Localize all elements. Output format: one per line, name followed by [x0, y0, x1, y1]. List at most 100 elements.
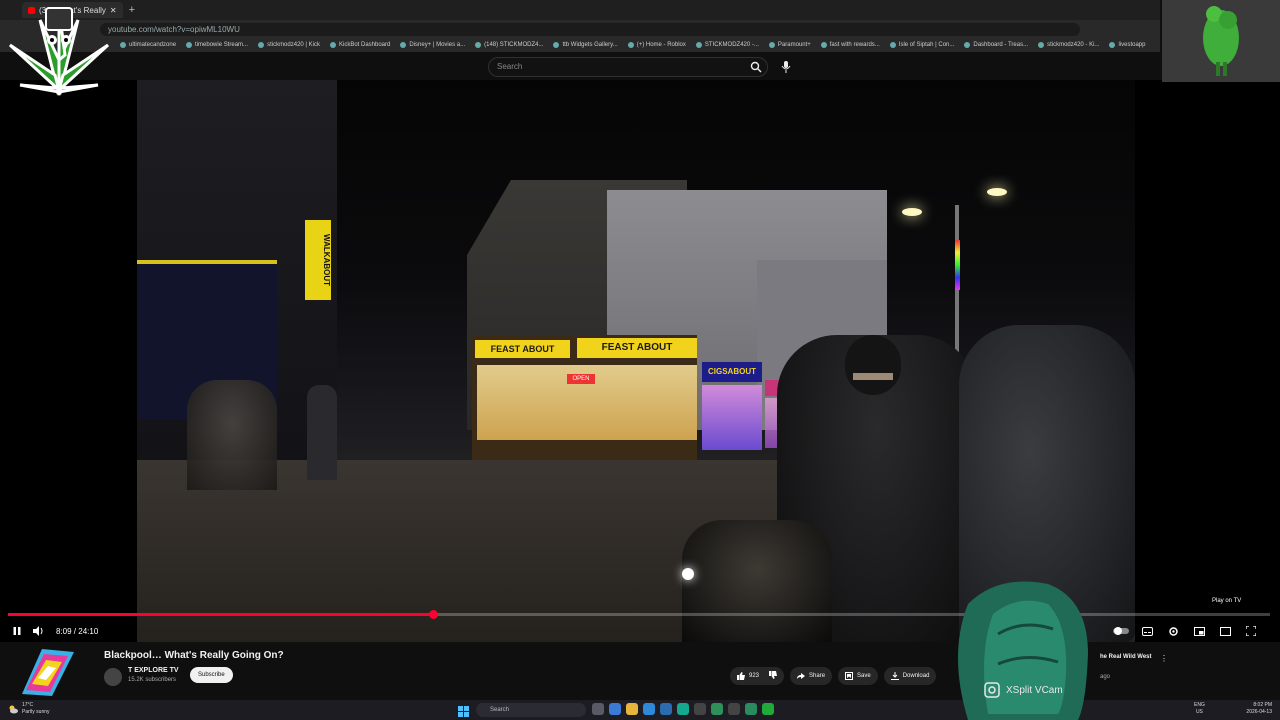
like-count: 923	[749, 673, 760, 679]
settings-button[interactable]	[1162, 620, 1184, 642]
channel-name[interactable]: T EXPLORE TV	[128, 667, 179, 674]
voice-search-button[interactable]	[776, 57, 796, 77]
bookmark-label: (148) STICKMODZ4...	[484, 42, 544, 48]
bookmark-item[interactable]: Dashboard - Treas...	[964, 42, 1028, 48]
language-indicator[interactable]: ENG US	[1194, 702, 1205, 716]
fullscreen-button[interactable]	[1240, 620, 1262, 642]
bookmark-favicon-icon	[120, 42, 126, 48]
taskbar-search[interactable]: Search	[476, 703, 586, 717]
like-button[interactable]: 923	[730, 667, 785, 685]
bookmark-item[interactable]: stickmodz420 | Kick	[258, 42, 320, 48]
app-icon[interactable]	[762, 703, 774, 715]
subtitles-button[interactable]	[1136, 620, 1158, 642]
bookmark-favicon-icon	[1109, 42, 1116, 48]
volume-button[interactable]	[28, 620, 50, 642]
youtube-search-input[interactable]: Search	[488, 57, 768, 77]
pause-icon	[13, 627, 21, 635]
windows-logo-icon	[458, 706, 469, 717]
task-view-icon[interactable]	[592, 703, 604, 715]
url-field[interactable]: youtube.com/watch?v=opiwML10WU	[100, 22, 1080, 36]
xsplit-label: XSplit VCam	[1006, 684, 1063, 696]
app-icon[interactable]	[677, 703, 689, 715]
clock-date: 2026-04-13	[1246, 709, 1272, 715]
share-button[interactable]: Share	[790, 667, 833, 685]
video-frame: WALKABOUT FEAST ABOUT FEAST ABOUT OPEN C…	[137, 80, 1135, 642]
bookmark-favicon-icon	[768, 42, 775, 48]
new-tab-button[interactable]: +	[129, 4, 135, 16]
file-explorer-icon[interactable]	[626, 703, 638, 715]
bookmark-favicon-icon	[329, 42, 336, 48]
app-icon[interactable]	[694, 703, 706, 715]
app-icon[interactable]	[711, 703, 723, 715]
play-on-tv-label[interactable]: Play on TV	[1212, 598, 1241, 604]
bookmark-item[interactable]: ttb Widgets Gallery...	[553, 42, 618, 48]
shop-sign-right: FEAST ABOUT	[577, 338, 697, 358]
bookmark-favicon-icon	[820, 42, 827, 48]
xsplit-vcam-watermark: XSplit VCam	[984, 682, 1063, 698]
pause-button[interactable]	[6, 620, 28, 642]
edge-browser-icon[interactable]	[609, 703, 621, 715]
microphone-icon	[781, 61, 791, 73]
weather-widget[interactable]: 17°C Partly sunny	[8, 702, 50, 716]
cast-button[interactable]	[1214, 620, 1236, 642]
bookmark-label: (+) Home - Roblox	[636, 42, 686, 48]
miniplayer-icon	[1193, 626, 1205, 636]
miniplayer-button[interactable]	[1188, 620, 1210, 642]
progress-scrubber[interactable]	[428, 610, 438, 619]
channel-avatar[interactable]	[104, 668, 122, 686]
volume-icon	[33, 626, 43, 636]
bookmark-favicon-icon	[964, 42, 971, 48]
bookmark-label: Dashboard - Treas...	[973, 42, 1029, 48]
video-title: Blackpool… What's Really Going On?	[104, 650, 284, 661]
system-clock[interactable]: 8:02 PM 2026-04-13	[1246, 702, 1272, 716]
bookmark-label: livestoapp	[1118, 42, 1146, 48]
bookmark-item[interactable]: ultimatecandzone	[120, 42, 176, 48]
bookmark-label: fast with rewards...	[829, 42, 880, 48]
share-label: Share	[809, 673, 826, 679]
bookmark-item[interactable]: STICKMODZ420 -...	[695, 42, 759, 48]
search-button[interactable]	[744, 57, 768, 77]
bookmark-label: KickBot Dashboard	[338, 42, 391, 48]
bookmark-label: Paramount+	[777, 42, 811, 48]
weather-cloud-icon	[9, 705, 18, 714]
weed-leaf-sticker	[8, 7, 110, 96]
store-icon[interactable]	[643, 703, 655, 715]
dislike-button[interactable]	[769, 671, 778, 681]
bookmark-label: Isle of Siptah | Con...	[898, 42, 955, 48]
more-options-icon[interactable]: ⋮	[1160, 654, 1168, 663]
bookmark-label: timebowie Stream...	[195, 42, 249, 48]
toggle-icon	[1113, 627, 1129, 635]
video-player[interactable]: WALKABOUT FEAST ABOUT FEAST ABOUT OPEN C…	[0, 80, 1280, 642]
temperature: 17°C	[22, 702, 34, 708]
bookmark-item[interactable]: Disney+ | Movies a...	[400, 42, 465, 48]
bookmark-favicon-icon	[258, 42, 265, 48]
bookmark-item[interactable]: (+) Home - Roblox	[627, 42, 686, 48]
bookmark-favicon-icon	[186, 42, 193, 48]
subscribe-button[interactable]: Subscribe	[190, 667, 233, 683]
bookmark-item[interactable]: (148) STICKMODZ4...	[475, 42, 543, 48]
app-icon[interactable]	[745, 703, 757, 715]
browser-tabbar: (31) What's Really ✕ +	[0, 0, 1160, 20]
address-bar: youtube.com/watch?v=opiwML10WU	[0, 20, 1160, 38]
autoplay-toggle[interactable]	[1110, 620, 1132, 642]
recommended-video-meta: ago	[1100, 674, 1111, 680]
walkabout-sign: WALKABOUT	[305, 220, 331, 300]
bookmark-item[interactable]: timebowie Stream...	[186, 42, 248, 48]
bookmark-label: stickmodz420 | Kick	[267, 42, 320, 48]
bookmark-item[interactable]: stickmodz420 - Ki...	[1038, 42, 1099, 48]
download-icon	[890, 672, 899, 680]
app-icon[interactable]	[660, 703, 672, 715]
app-icon[interactable]	[728, 703, 740, 715]
streamer-mascot-overlay	[1162, 0, 1280, 82]
recommended-video-title[interactable]: he Real Wild West	[1100, 654, 1152, 660]
bookmark-item[interactable]: fast with rewards...	[820, 42, 880, 48]
bookmark-item[interactable]: livestoapp	[1109, 42, 1145, 48]
save-button[interactable]: Save	[838, 667, 878, 685]
webcam-chair-overlay	[958, 581, 1088, 720]
bookmark-item[interactable]: KickBot Dashboard	[329, 42, 391, 48]
start-button[interactable]	[458, 704, 469, 720]
download-button[interactable]: Download	[883, 667, 937, 685]
bookmark-item[interactable]: Paramount+	[768, 42, 811, 48]
time-display: 8:09 / 24:10	[56, 626, 99, 636]
bookmark-item[interactable]: Isle of Siptah | Con...	[889, 42, 955, 48]
